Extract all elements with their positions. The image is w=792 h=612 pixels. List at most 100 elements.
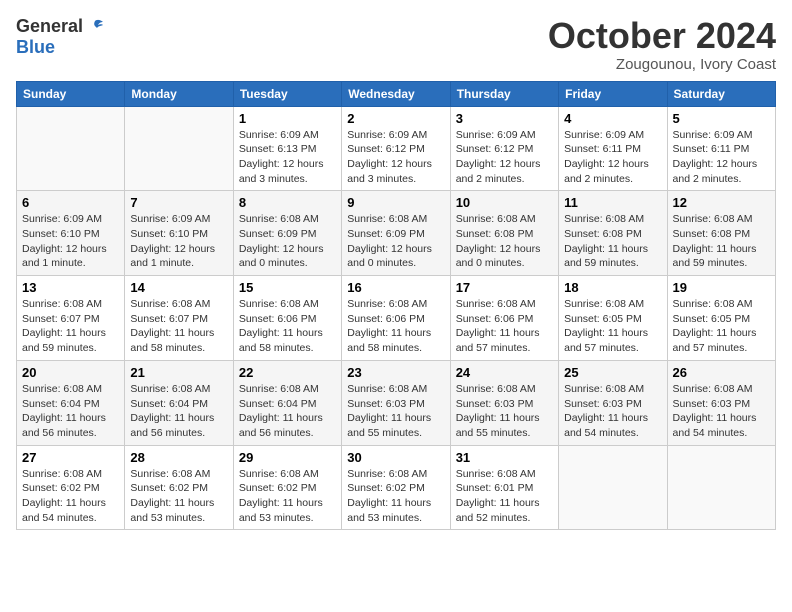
day-detail: Sunrise: 6:08 AM Sunset: 6:09 PM Dayligh… [347,212,444,271]
calendar-cell: 4 Sunrise: 6:09 AM Sunset: 6:11 PM Daylig… [559,106,667,191]
day-number: 27 [22,450,119,465]
calendar-cell: 15 Sunrise: 6:08 AM Sunset: 6:06 PM Dayli… [233,276,341,361]
day-number: 31 [456,450,553,465]
day-number: 28 [130,450,227,465]
calendar-header: SundayMondayTuesdayWednesdayThursdayFrid… [17,81,776,106]
calendar-cell: 19 Sunrise: 6:08 AM Sunset: 6:05 PM Dayli… [667,276,775,361]
calendar-cell: 26Sunrise: 6:08 AM Sunset: 6:03 PM Dayli… [667,360,775,445]
day-detail: Sunrise: 6:08 AM Sunset: 6:04 PM Dayligh… [130,382,227,441]
logo: General Blue [16,16,105,58]
calendar-cell: 17Sunrise: 6:08 AM Sunset: 6:06 PM Dayli… [450,276,558,361]
weekday-header: Monday [125,81,233,106]
day-number: 12 [673,195,770,210]
weekday-header: Thursday [450,81,558,106]
day-detail: Sunrise: 6:08 AM Sunset: 6:08 PM Dayligh… [564,212,661,271]
day-detail: Sunrise: 6:08 AM Sunset: 6:04 PM Dayligh… [239,382,336,441]
calendar-body: 1Sunrise: 6:09 AM Sunset: 6:13 PM Daylig… [17,106,776,530]
day-number: 19 [673,280,770,295]
day-detail: Sunrise: 6:08 AM Sunset: 6:05 PM Dayligh… [673,297,770,356]
calendar-cell: 2Sunrise: 6:09 AM Sunset: 6:12 PM Daylig… [342,106,450,191]
logo-blue-text: Blue [16,37,55,58]
day-detail: Sunrise: 6:09 AM Sunset: 6:10 PM Dayligh… [130,212,227,271]
day-detail: Sunrise: 6:08 AM Sunset: 6:08 PM Dayligh… [673,212,770,271]
calendar-week-row: 6 Sunrise: 6:09 AM Sunset: 6:10 PM Daylig… [17,191,776,276]
day-number: 7 [130,195,227,210]
calendar-week-row: 20 Sunrise: 6:08 AM Sunset: 6:04 PM Dayli… [17,360,776,445]
weekday-header: Saturday [667,81,775,106]
calendar-cell: 30Sunrise: 6:08 AM Sunset: 6:02 PM Dayli… [342,445,450,530]
weekday-header: Friday [559,81,667,106]
day-number: 22 [239,365,336,380]
day-number: 8 [239,195,336,210]
calendar-cell: 14Sunrise: 6:08 AM Sunset: 6:07 PM Dayli… [125,276,233,361]
calendar-cell: 20 Sunrise: 6:08 AM Sunset: 6:04 PM Dayli… [17,360,125,445]
day-detail: Sunrise: 6:09 AM Sunset: 6:10 PM Dayligh… [22,212,119,271]
calendar-cell: 9 Sunrise: 6:08 AM Sunset: 6:09 PM Daylig… [342,191,450,276]
day-number: 29 [239,450,336,465]
day-detail: Sunrise: 6:09 AM Sunset: 6:11 PM Dayligh… [673,128,770,187]
day-number: 26 [673,365,770,380]
day-detail: Sunrise: 6:08 AM Sunset: 6:06 PM Dayligh… [347,297,444,356]
title-area: October 2024 Zougounou, Ivory Coast [548,16,776,73]
day-detail: Sunrise: 6:08 AM Sunset: 6:04 PM Dayligh… [22,382,119,441]
calendar-table: SundayMondayTuesdayWednesdayThursdayFrid… [16,81,776,531]
day-number: 13 [22,280,119,295]
weekday-header: Wednesday [342,81,450,106]
day-detail: Sunrise: 6:08 AM Sunset: 6:03 PM Dayligh… [564,382,661,441]
day-detail: Sunrise: 6:08 AM Sunset: 6:02 PM Dayligh… [239,467,336,526]
day-number: 11 [564,195,661,210]
calendar-week-row: 1Sunrise: 6:09 AM Sunset: 6:13 PM Daylig… [17,106,776,191]
day-detail: Sunrise: 6:08 AM Sunset: 6:01 PM Dayligh… [456,467,553,526]
calendar-cell [125,106,233,191]
day-detail: Sunrise: 6:08 AM Sunset: 6:09 PM Dayligh… [239,212,336,271]
calendar-cell: 5 Sunrise: 6:09 AM Sunset: 6:11 PM Daylig… [667,106,775,191]
day-detail: Sunrise: 6:08 AM Sunset: 6:05 PM Dayligh… [564,297,661,356]
day-number: 3 [456,111,553,126]
day-number: 21 [130,365,227,380]
day-number: 1 [239,111,336,126]
day-number: 25 [564,365,661,380]
calendar-cell: 18 Sunrise: 6:08 AM Sunset: 6:05 PM Dayli… [559,276,667,361]
day-number: 24 [456,365,553,380]
calendar-cell: 31 Sunrise: 6:08 AM Sunset: 6:01 PM Dayli… [450,445,558,530]
day-number: 6 [22,195,119,210]
day-number: 4 [564,111,661,126]
calendar-cell: 1Sunrise: 6:09 AM Sunset: 6:13 PM Daylig… [233,106,341,191]
day-detail: Sunrise: 6:09 AM Sunset: 6:11 PM Dayligh… [564,128,661,187]
day-number: 20 [22,365,119,380]
calendar-week-row: 13 Sunrise: 6:08 AM Sunset: 6:07 PM Dayli… [17,276,776,361]
calendar-cell: 29 Sunrise: 6:08 AM Sunset: 6:02 PM Dayli… [233,445,341,530]
day-number: 2 [347,111,444,126]
calendar-cell: 25 Sunrise: 6:08 AM Sunset: 6:03 PM Dayli… [559,360,667,445]
day-detail: Sunrise: 6:08 AM Sunset: 6:06 PM Dayligh… [239,297,336,356]
day-detail: Sunrise: 6:08 AM Sunset: 6:07 PM Dayligh… [130,297,227,356]
day-number: 10 [456,195,553,210]
calendar-cell [17,106,125,191]
day-detail: Sunrise: 6:08 AM Sunset: 6:02 PM Dayligh… [22,467,119,526]
calendar-cell: 7 Sunrise: 6:09 AM Sunset: 6:10 PM Daylig… [125,191,233,276]
day-number: 16 [347,280,444,295]
calendar-cell: 11 Sunrise: 6:08 AM Sunset: 6:08 PM Dayli… [559,191,667,276]
day-number: 30 [347,450,444,465]
day-detail: Sunrise: 6:08 AM Sunset: 6:07 PM Dayligh… [22,297,119,356]
day-number: 9 [347,195,444,210]
calendar-cell: 13 Sunrise: 6:08 AM Sunset: 6:07 PM Dayli… [17,276,125,361]
calendar-cell: 10 Sunrise: 6:08 AM Sunset: 6:08 PM Dayli… [450,191,558,276]
month-title: October 2024 [548,16,776,56]
header: General Blue October 2024 Zougounou, Ivo… [16,16,776,73]
location-title: Zougounou, Ivory Coast [548,56,776,73]
day-detail: Sunrise: 6:08 AM Sunset: 6:08 PM Dayligh… [456,212,553,271]
calendar-cell [667,445,775,530]
calendar-cell: 12 Sunrise: 6:08 AM Sunset: 6:08 PM Dayli… [667,191,775,276]
day-number: 5 [673,111,770,126]
calendar-week-row: 27 Sunrise: 6:08 AM Sunset: 6:02 PM Dayli… [17,445,776,530]
calendar-cell: 8 Sunrise: 6:08 AM Sunset: 6:09 PM Daylig… [233,191,341,276]
day-detail: Sunrise: 6:08 AM Sunset: 6:03 PM Dayligh… [456,382,553,441]
calendar-cell: 6 Sunrise: 6:09 AM Sunset: 6:10 PM Daylig… [17,191,125,276]
day-number: 18 [564,280,661,295]
day-number: 15 [239,280,336,295]
day-detail: Sunrise: 6:09 AM Sunset: 6:12 PM Dayligh… [456,128,553,187]
day-detail: Sunrise: 6:08 AM Sunset: 6:02 PM Dayligh… [130,467,227,526]
calendar-cell: 21 Sunrise: 6:08 AM Sunset: 6:04 PM Dayli… [125,360,233,445]
calendar-cell: 23Sunrise: 6:08 AM Sunset: 6:03 PM Dayli… [342,360,450,445]
